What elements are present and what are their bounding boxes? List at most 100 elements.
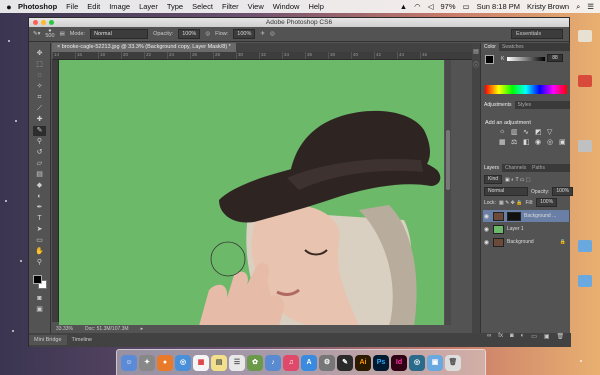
brush-tool-icon[interactable]: ✎	[33, 126, 46, 136]
dodge-tool-icon[interactable]: ◐	[33, 192, 46, 202]
clock[interactable]: Sun 8:18 PM	[477, 2, 520, 11]
zoom-level[interactable]: 33.33%	[56, 326, 73, 332]
finder-icon[interactable]: ☺	[121, 354, 137, 371]
music-icon[interactable]: ♫	[283, 354, 299, 371]
apple-menu-icon[interactable]: ●	[0, 2, 18, 12]
photo-filter-icon[interactable]: ◉	[535, 138, 545, 146]
eye-icon[interactable]: ◉	[483, 239, 490, 246]
gradient-tool-icon[interactable]: ▤	[33, 170, 46, 180]
tab-swatches[interactable]: Swatches	[499, 43, 527, 51]
brush-tool-icon[interactable]: ✎▾	[33, 31, 40, 37]
app-store-icon[interactable]: A	[301, 354, 317, 371]
marquee-tool-icon[interactable]: ⬚	[33, 60, 46, 70]
opacity-field[interactable]: 100%	[178, 29, 201, 39]
blur-tool-icon[interactable]: ◆	[33, 181, 46, 191]
wifi-icon[interactable]: ◠	[414, 2, 421, 11]
group-icon[interactable]: ▭	[531, 333, 537, 340]
quick-mask-icon[interactable]: ◙	[33, 294, 46, 304]
safari-icon[interactable]: ◎	[175, 354, 191, 371]
workspace-dropdown[interactable]: Essentials	[511, 29, 563, 39]
history-icon[interactable]: ▤	[472, 48, 480, 55]
hand-tool-icon[interactable]: ✋	[33, 247, 46, 257]
color-ramp[interactable]	[485, 85, 567, 94]
menu-select[interactable]: Select	[192, 2, 213, 11]
airbrush-icon[interactable]: ✈	[260, 31, 265, 37]
launchpad-icon[interactable]: ✦	[139, 354, 155, 371]
color-balance-icon[interactable]: ⚖	[511, 138, 521, 146]
curves-icon[interactable]: ∿	[523, 128, 533, 136]
brightness-icon[interactable]: ☼	[499, 128, 509, 136]
zoom-button[interactable]	[49, 20, 54, 25]
menu-layer[interactable]: Layer	[139, 2, 158, 11]
close-button[interactable]	[33, 20, 38, 25]
tab-mini-bridge[interactable]: Mini Bridge	[29, 335, 67, 345]
layer-style-icon[interactable]: fx	[498, 333, 503, 340]
menu-filter[interactable]: Filter	[222, 2, 239, 11]
document-tab[interactable]: × brooke-cagle-52213.jpg @ 33.3% (Backgr…	[52, 43, 236, 52]
itunes-icon[interactable]: ♪	[265, 354, 281, 371]
desktop-file-icon[interactable]	[578, 30, 592, 42]
scripts-icon[interactable]: ✎	[337, 354, 353, 371]
levels-icon[interactable]: ▥	[511, 128, 521, 136]
eraser-tool-icon[interactable]: ▱	[33, 159, 46, 169]
trash-icon[interactable]: 🗑	[445, 354, 461, 371]
status-menu-icon[interactable]: ▸	[141, 326, 144, 332]
path-select-tool-icon[interactable]: ➤	[33, 225, 46, 235]
color-lookup-icon[interactable]: ▣	[559, 138, 569, 146]
brush-preset-picker[interactable]: ● 500	[45, 28, 54, 39]
vertical-ruler[interactable]	[52, 60, 59, 322]
clone-stamp-tool-icon[interactable]: ⚲	[33, 137, 46, 147]
reminders-icon[interactable]: ☰	[229, 354, 245, 371]
history-brush-tool-icon[interactable]: ↺	[33, 148, 46, 158]
flow-field[interactable]: 100%	[233, 29, 256, 39]
layer-name[interactable]: Background	[507, 239, 534, 245]
eye-icon[interactable]: ◉	[483, 213, 490, 220]
layer-fill-field[interactable]: 100%	[536, 198, 558, 207]
user-name[interactable]: Kristy Brown	[527, 2, 569, 11]
trash-icon[interactable]: 🗑	[557, 333, 565, 340]
desktop-folder-icon[interactable]	[578, 240, 592, 252]
pressure-size-icon[interactable]: ◎	[270, 31, 275, 37]
document-canvas[interactable]	[59, 60, 444, 326]
calendar-icon[interactable]: ▦	[193, 354, 209, 371]
pressure-opacity-icon[interactable]: ◎	[205, 31, 210, 37]
layer-name[interactable]: Layer 1	[507, 226, 524, 232]
mode-dropdown[interactable]: Normal	[90, 29, 149, 39]
screen-mode-icon[interactable]: ▣	[33, 305, 46, 315]
menu-file[interactable]: File	[66, 2, 78, 11]
tab-styles[interactable]: Styles	[515, 101, 535, 109]
tab-layers[interactable]: Layers	[481, 164, 503, 172]
desktop-file-icon[interactable]	[578, 75, 592, 87]
black-white-icon[interactable]: ◧	[523, 138, 533, 146]
properties-icon[interactable]: ⓘ	[472, 60, 480, 69]
layer-mask-thumbnail[interactable]	[507, 211, 521, 221]
menu-help[interactable]: Help	[308, 2, 323, 11]
adobe-icon[interactable]: ▲	[400, 2, 407, 11]
blend-mode-dropdown[interactable]: Normal	[484, 187, 528, 196]
tab-channels[interactable]: Channels	[502, 164, 529, 172]
add-mask-icon[interactable]: ◙	[510, 333, 514, 340]
menu-edit[interactable]: Edit	[87, 2, 100, 11]
type-tool-icon[interactable]: T	[33, 214, 46, 224]
desktop-folder-icon[interactable]	[578, 275, 592, 287]
layer-row[interactable]: ◉ Layer 1	[483, 223, 569, 235]
horizontal-ruler[interactable]: 14 16 18 20 22 24 26 28 30 32 34 36 38 4…	[52, 52, 472, 60]
layer-opacity-field[interactable]: 100%	[552, 187, 574, 196]
downloads-folder-icon[interactable]: ▣	[427, 354, 443, 371]
scrollbar-thumb[interactable]	[446, 130, 450, 190]
vibrance-icon[interactable]: ▽	[547, 128, 557, 136]
photoshop-icon[interactable]: Ps	[373, 354, 389, 371]
pen-tool-icon[interactable]: ✒	[33, 203, 46, 213]
minimize-button[interactable]	[41, 20, 46, 25]
exposure-icon[interactable]: ◩	[535, 128, 545, 136]
brush-panel-icon[interactable]: ▤	[60, 31, 65, 37]
photos-icon[interactable]: ✿	[247, 354, 263, 371]
notes-icon[interactable]: ▤	[211, 354, 227, 371]
menu-window[interactable]: Window	[273, 2, 300, 11]
lock-icons[interactable]: ▦ ✎ ✥ 🔒	[499, 200, 523, 206]
indesign-icon[interactable]: Id	[391, 354, 407, 371]
filter-icons[interactable]: ▣ ◐ T ▭ ⬚	[505, 177, 531, 183]
foreground-background-swatch[interactable]	[32, 275, 47, 289]
volume-icon[interactable]: ◁	[428, 2, 434, 11]
tab-paths[interactable]: Paths	[529, 164, 548, 172]
